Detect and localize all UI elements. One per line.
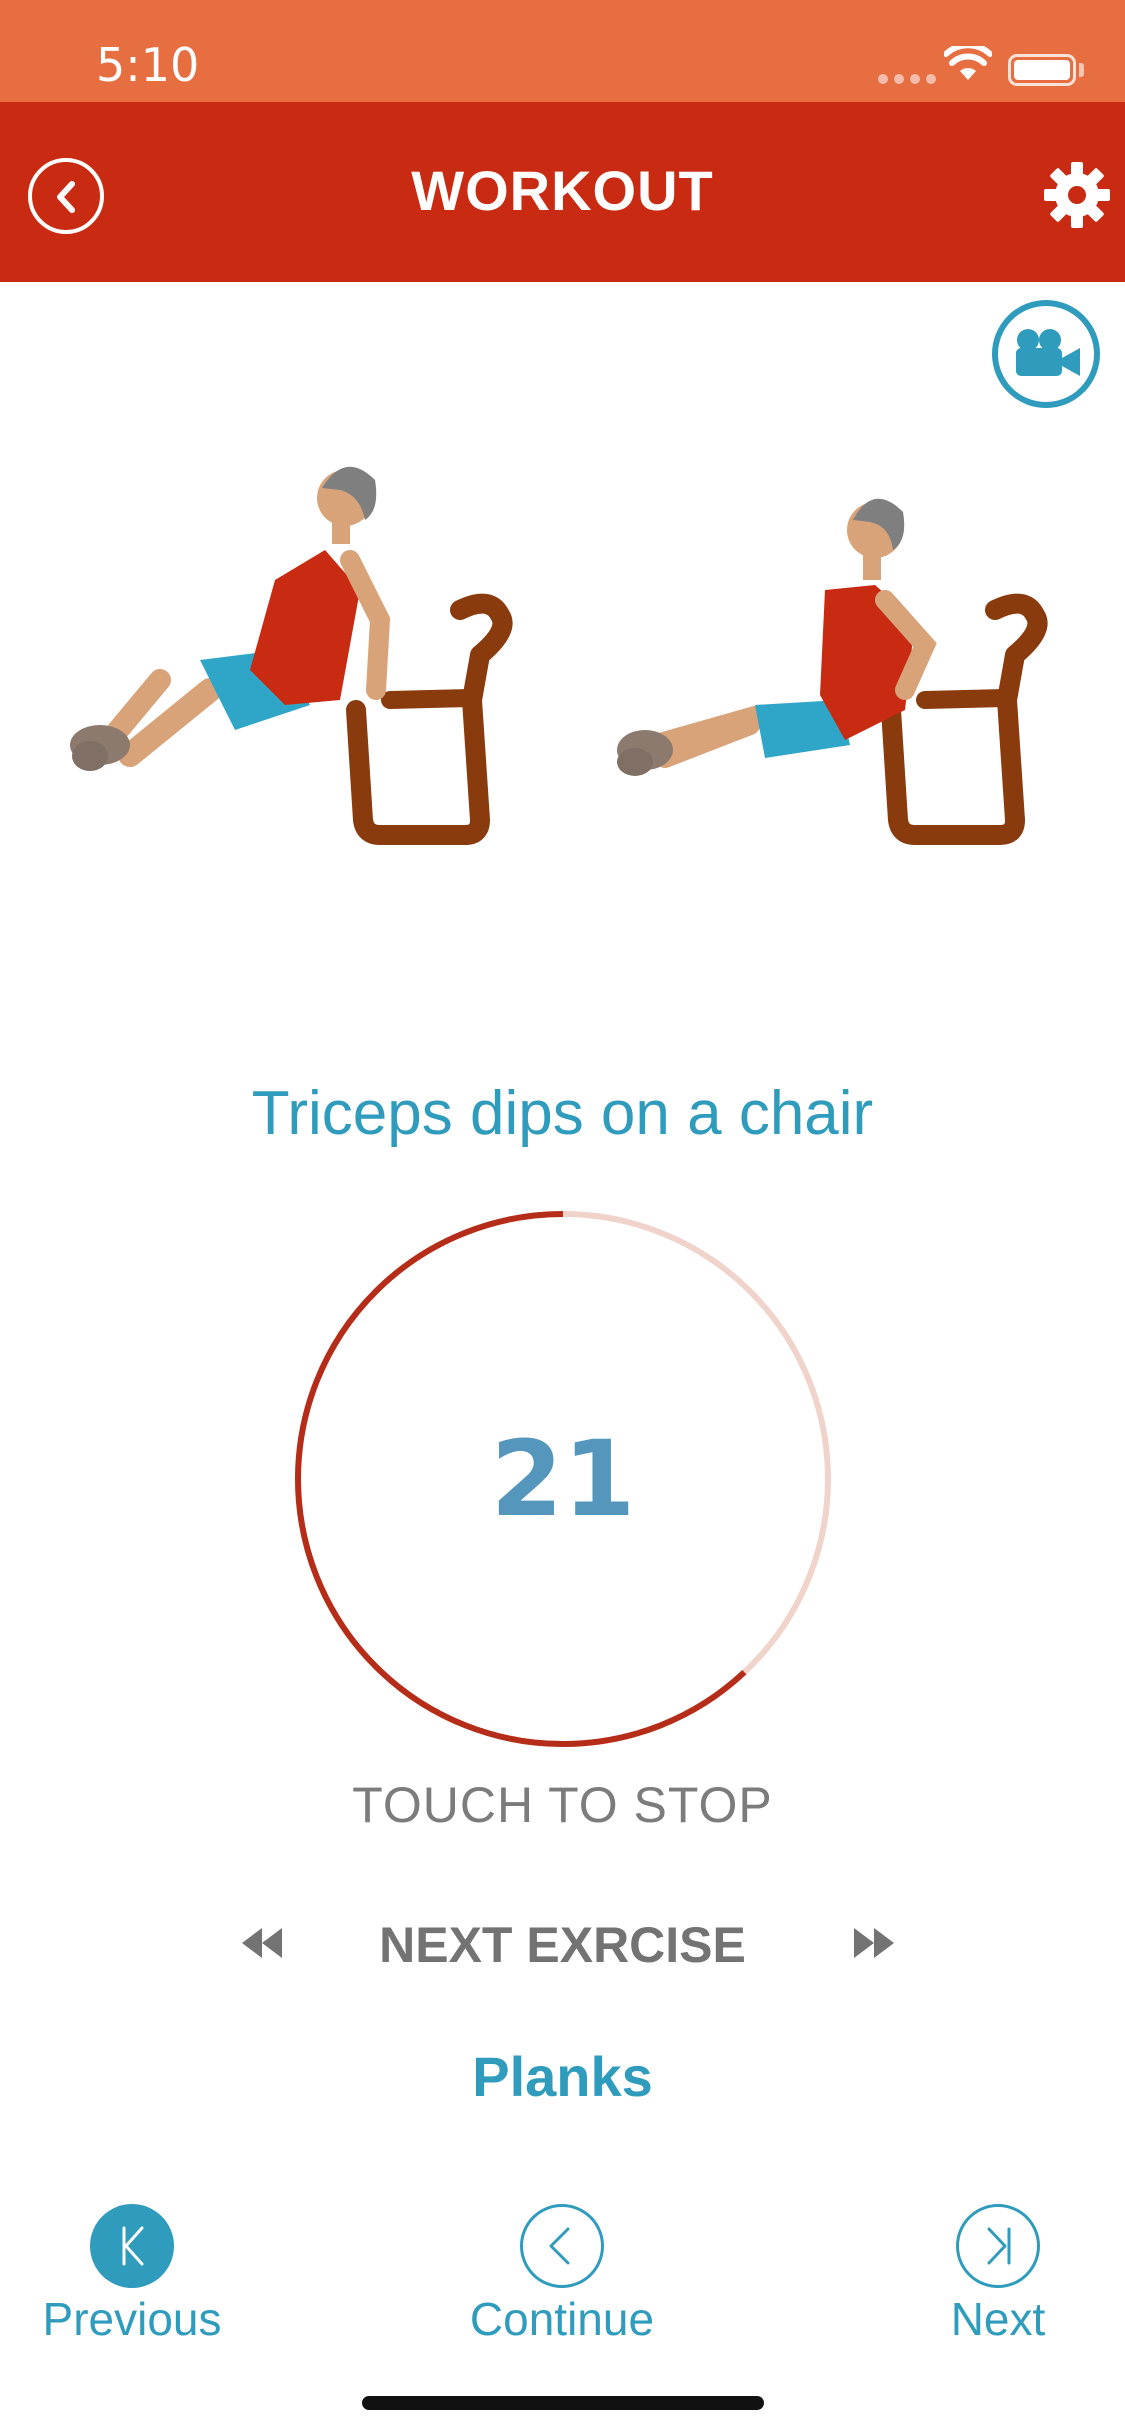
exercise-illustration-end bbox=[617, 498, 1048, 845]
status-bar: 5:10 bbox=[0, 0, 1125, 102]
timer-ring[interactable]: 21 bbox=[292, 1208, 834, 1750]
next-exercise-heading: NEXT EXRCISE bbox=[379, 1917, 746, 1973]
battery-icon bbox=[1008, 54, 1076, 86]
wifi-icon bbox=[944, 46, 992, 80]
gear-icon bbox=[1044, 162, 1110, 228]
home-indicator bbox=[362, 2396, 764, 2410]
timer-value: 21 bbox=[490, 1418, 636, 1540]
next-exercise-row: NEXT EXRCISE bbox=[0, 1916, 1125, 1976]
chevron-left-circle-icon bbox=[520, 2204, 604, 2288]
previous-label: Previous bbox=[42, 2293, 222, 2345]
skip-next-icon bbox=[956, 2204, 1040, 2288]
next-exercise-name: Planks bbox=[472, 2045, 653, 2108]
video-camera-icon bbox=[1016, 329, 1080, 376]
continue-button[interactable]: Continue bbox=[432, 2204, 692, 2345]
settings-button[interactable] bbox=[1042, 160, 1112, 230]
next-label: Next bbox=[950, 2293, 1046, 2345]
continue-label: Continue bbox=[469, 2293, 655, 2345]
touch-to-stop-label[interactable]: TOUCH TO STOP bbox=[0, 1776, 1125, 1834]
skip-previous-icon bbox=[90, 2204, 174, 2288]
page-title: WORKOUT bbox=[411, 159, 714, 222]
next-button[interactable]: Next bbox=[868, 2204, 1125, 2345]
exercise-name: Triceps dips on a chair bbox=[251, 1079, 874, 1148]
header: WORKOUT bbox=[0, 102, 1125, 282]
previous-button[interactable]: Previous bbox=[2, 2204, 262, 2345]
video-button[interactable] bbox=[992, 300, 1100, 408]
fast-forward-icon[interactable] bbox=[852, 1926, 896, 1960]
exercise-illustration-start bbox=[70, 466, 513, 845]
status-time: 5:10 bbox=[96, 38, 200, 92]
